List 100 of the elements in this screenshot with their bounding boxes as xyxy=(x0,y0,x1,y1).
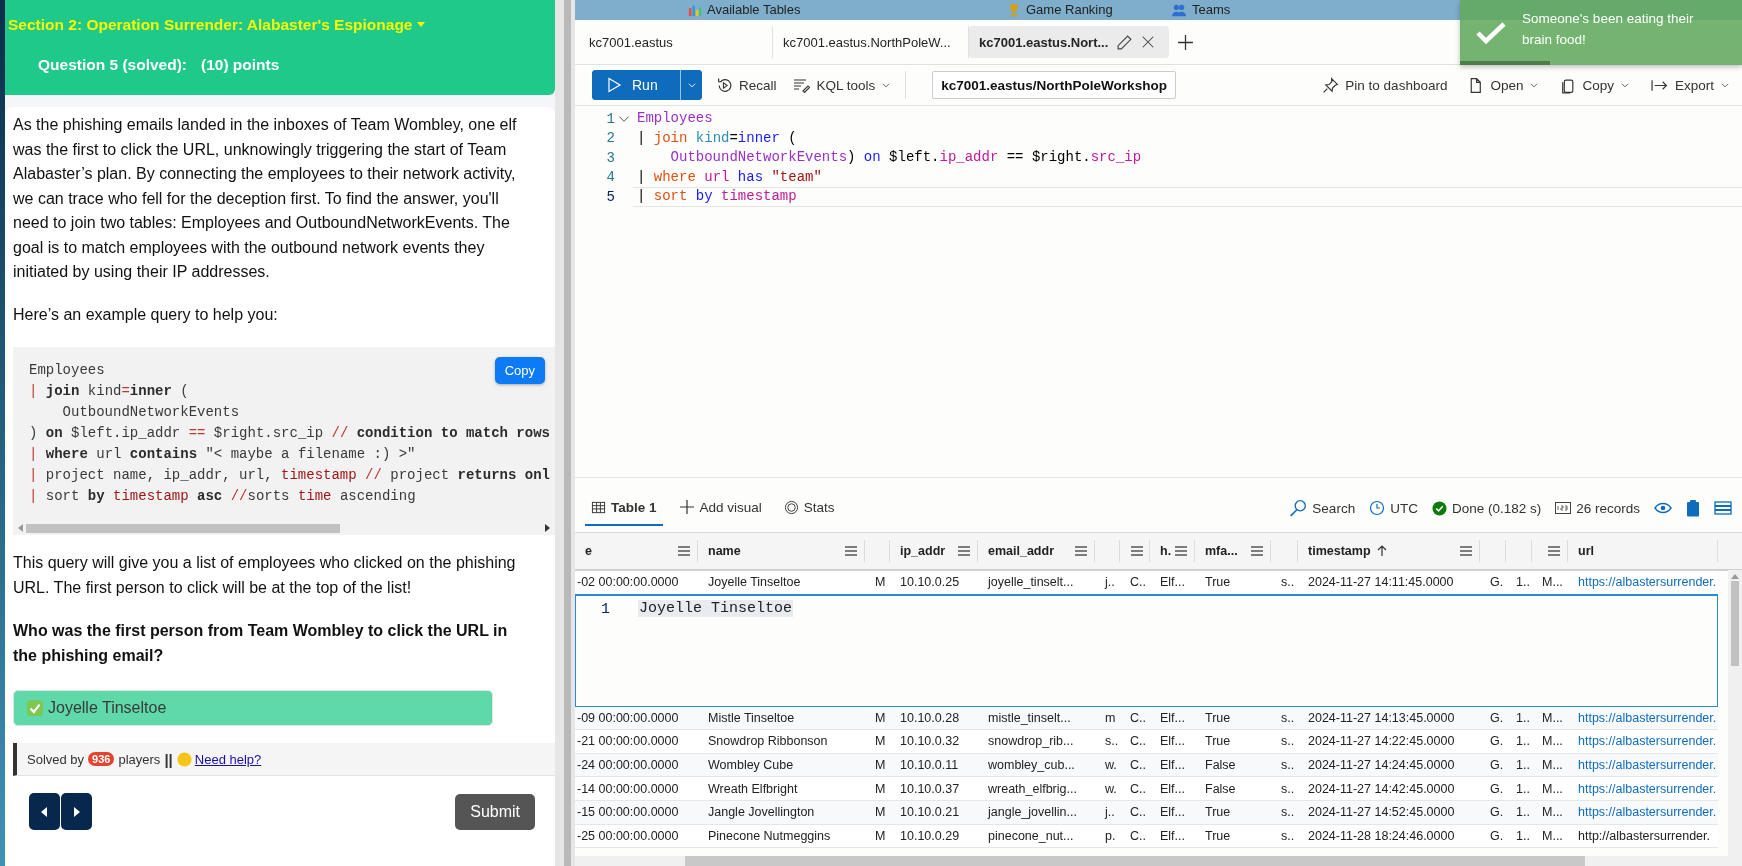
eye-icon[interactable] xyxy=(1654,501,1672,515)
column-header[interactable]: ip_addr xyxy=(900,544,946,558)
timezone-button[interactable]: UTC xyxy=(1369,500,1418,516)
table-cell: M xyxy=(875,828,886,843)
close-icon[interactable] xyxy=(1141,35,1156,49)
table-row[interactable]: -21 00:00:00.0000 Snowdrop Ribbonson M 10.10.0.32 snowdrop_rib... s.. C.. Elf... True s.. 2024-11-27 14:22:45.0000 G. 1.. M... https://albastersurrender. xyxy=(575,730,1718,754)
table-cell: False xyxy=(1205,758,1236,773)
table-cell: M xyxy=(875,710,886,725)
layout-icon[interactable] xyxy=(1714,501,1732,515)
table-cell: 2024-11-27 14:52:45.0000 xyxy=(1308,805,1455,820)
line-number: 3 xyxy=(605,149,615,166)
url-link[interactable]: https://albastersurrender. xyxy=(1578,781,1717,796)
url-link[interactable]: https://albastersurrender. xyxy=(1578,734,1717,749)
submit-button[interactable]: Submit xyxy=(455,793,535,830)
pin-icon xyxy=(1322,76,1340,94)
pencil-icon[interactable] xyxy=(1116,33,1134,51)
nav-tab[interactable]: Teams xyxy=(1192,2,1231,17)
column-header[interactable]: name xyxy=(708,544,741,558)
toolbar-button[interactable]: Pin to dashboard xyxy=(1320,76,1450,94)
toolbar-button[interactable]: Open xyxy=(1465,76,1542,94)
table-cell: 2024-11-28 18:24:46.0000 xyxy=(1308,828,1455,843)
table-cell: s.. xyxy=(1281,734,1295,749)
column-header[interactable]: url xyxy=(1578,544,1594,558)
url-link[interactable]: https://albastersurrender. xyxy=(1578,575,1717,590)
table-cell: 1.. xyxy=(1516,781,1530,796)
column-header[interactable]: h. xyxy=(1160,544,1172,558)
result-tab[interactable]: Stats xyxy=(777,490,841,526)
table-cell: 10.10.0.21 xyxy=(900,805,960,820)
nav-tab[interactable]: Available Tables xyxy=(707,2,801,17)
menu-icon[interactable] xyxy=(1174,545,1188,557)
recall-button[interactable]: Recall xyxy=(714,76,779,94)
menu-icon[interactable] xyxy=(957,545,971,557)
table-cell: True xyxy=(1205,575,1231,590)
column-header[interactable]: mfa... xyxy=(1205,544,1238,558)
code-line: Employees xyxy=(29,361,105,380)
nav-tab[interactable]: Game Ranking xyxy=(1026,2,1113,17)
code-line: Employees xyxy=(636,109,714,128)
query-tab[interactable]: kc7001.eastus xyxy=(579,26,773,58)
help-link[interactable]: Need help? xyxy=(176,751,262,767)
menu-icon[interactable] xyxy=(1547,545,1561,557)
explanation-paragraph: This query will give you a list of employees who clicked on the phishing URL. The first person to click will be at the top of the list! xyxy=(13,553,517,598)
table-cell: M xyxy=(875,805,886,820)
result-tab[interactable]: Table 1 xyxy=(585,490,663,526)
search-button[interactable]: Search xyxy=(1289,499,1356,517)
table-row[interactable]: -09 00:00:00.0000 Mistle Tinseltoe M 10.10.0.28 mistle_tinselt... m C.. Elf... True s.. 2024-11-27 14:13:45.0000 G. 1.. M... https://albastersurrender. xyxy=(575,706,1718,731)
url-link[interactable]: https://albastersurrender. xyxy=(1578,758,1717,773)
table-cell: joyelle_tinselt... xyxy=(988,575,1074,590)
copy-button[interactable]: Copy xyxy=(494,357,545,384)
toast-message: Someone's been eating their brain food! xyxy=(1522,9,1695,49)
table-row[interactable]: -24 00:00:00.0000 Wombley Cube M 10.10.0.11 wombley_cub... w. C.. Elf... False s.. 2024-11-27 14:24:45.0000 G. 1.. M... https://albastersurrender. xyxy=(575,753,1718,778)
example-label: Here’s an example query to help you: xyxy=(13,304,279,325)
query-editor[interactable]: 1 Employees 2 | join kind=inner ( 3 OutboundNetworkEvents) on $left.ip_addr == $right.src_ip 4 | where url has "team" 5 | sort by timestamp xyxy=(575,106,1742,477)
table-cell: M xyxy=(875,758,886,773)
table-cell: M xyxy=(875,575,886,590)
table-cell: C.. xyxy=(1130,781,1146,796)
scroll-up-icon[interactable] xyxy=(1731,573,1739,579)
query-tab[interactable]: kc7001.eastus.Nort... xyxy=(969,26,1169,58)
table-cell: s.. xyxy=(1281,575,1295,590)
new-tab-icon[interactable] xyxy=(1177,33,1194,51)
scroll-left-icon[interactable] xyxy=(17,524,23,532)
menu-icon[interactable] xyxy=(1250,545,1264,557)
clipboard-icon[interactable] xyxy=(1686,499,1700,517)
menu-icon[interactable] xyxy=(1459,545,1473,557)
column-header[interactable]: e xyxy=(585,544,592,558)
table-cell: 10.10.0.32 xyxy=(900,734,960,749)
table-cell: Elf... xyxy=(1160,575,1185,590)
table-cell: m xyxy=(1105,710,1116,725)
url-link[interactable]: https://albastersurrender. xyxy=(1578,805,1717,820)
table-cell: M... xyxy=(1542,710,1563,725)
column-header[interactable]: timestamp xyxy=(1308,544,1371,558)
menu-icon[interactable] xyxy=(1130,545,1144,557)
next-button[interactable] xyxy=(61,793,92,830)
column-header[interactable]: email_addr xyxy=(988,544,1054,558)
database-field[interactable]: kc7001.eastus/NorthPoleWorkshop xyxy=(932,71,1176,99)
toolbar-button[interactable]: Export xyxy=(1647,76,1732,94)
toolbar-button[interactable]: Copy xyxy=(1557,76,1632,94)
code-line: | sort by timestamp asc //sorts time ascending xyxy=(29,487,416,506)
table-row[interactable]: -15 00:00:00.0000 Jangle Jovellington M 10.10.0.21 jangle_jovellin... j.. C.. Elf... True s.. 2024-11-27 14:52:45.0000 G. 1.. M... https://albastersurrender. xyxy=(575,800,1718,825)
answer-field[interactable]: Joyelle Tinseltoe xyxy=(13,690,493,726)
previous-button[interactable] xyxy=(29,793,60,830)
menu-icon[interactable] xyxy=(677,545,691,557)
table-row[interactable]: -25 00:00:00.0000 Pinecone Nutmeggins M 10.10.0.29 pinecone_nut... p. C.. Elf... True s.. 2024-11-28 18:24:46.0000 G. 1.. M... http://albastersurrender. xyxy=(575,824,1718,849)
menu-icon[interactable] xyxy=(844,545,858,557)
table-cell: 10.10.0.28 xyxy=(900,710,960,725)
kql-tools-button[interactable]: KQL tools xyxy=(790,77,894,93)
url-link[interactable]: https://albastersurrender. xyxy=(1578,710,1717,725)
run-dropdown-button[interactable] xyxy=(680,70,702,100)
table-cell: M... xyxy=(1542,781,1563,796)
result-tab[interactable]: Add visual xyxy=(672,490,768,526)
scrollbar[interactable] xyxy=(1728,570,1742,866)
table-row[interactable]: -14 00:00:00.0000 Wreath Elfbright M 10.10.0.37 wreath_elfbrig... w. C.. Elf... False s.. 2024-11-27 14:42:45.0000 G. 1.. M... https://albastersurrender. xyxy=(575,777,1718,801)
chevron-down-icon xyxy=(1619,80,1630,90)
play-icon xyxy=(606,77,622,93)
table-cell: Mistle Tinseltoe xyxy=(708,710,795,725)
horizontal-scrollbar[interactable] xyxy=(575,856,1728,866)
menu-icon[interactable] xyxy=(1074,545,1088,557)
table-row[interactable]: -02 00:00:00.0000 Joyelle Tinseltoe M 10.10.0.25 joyelle_tinselt... j.. C.. Elf... True s.. 2024-11-27 14:11:45.0000 G. 1.. M... https://albastersurrender. xyxy=(575,571,1718,595)
table-cell: True xyxy=(1205,805,1231,820)
scroll-thumb[interactable] xyxy=(1731,581,1739,666)
scroll-right-icon[interactable] xyxy=(545,524,551,532)
